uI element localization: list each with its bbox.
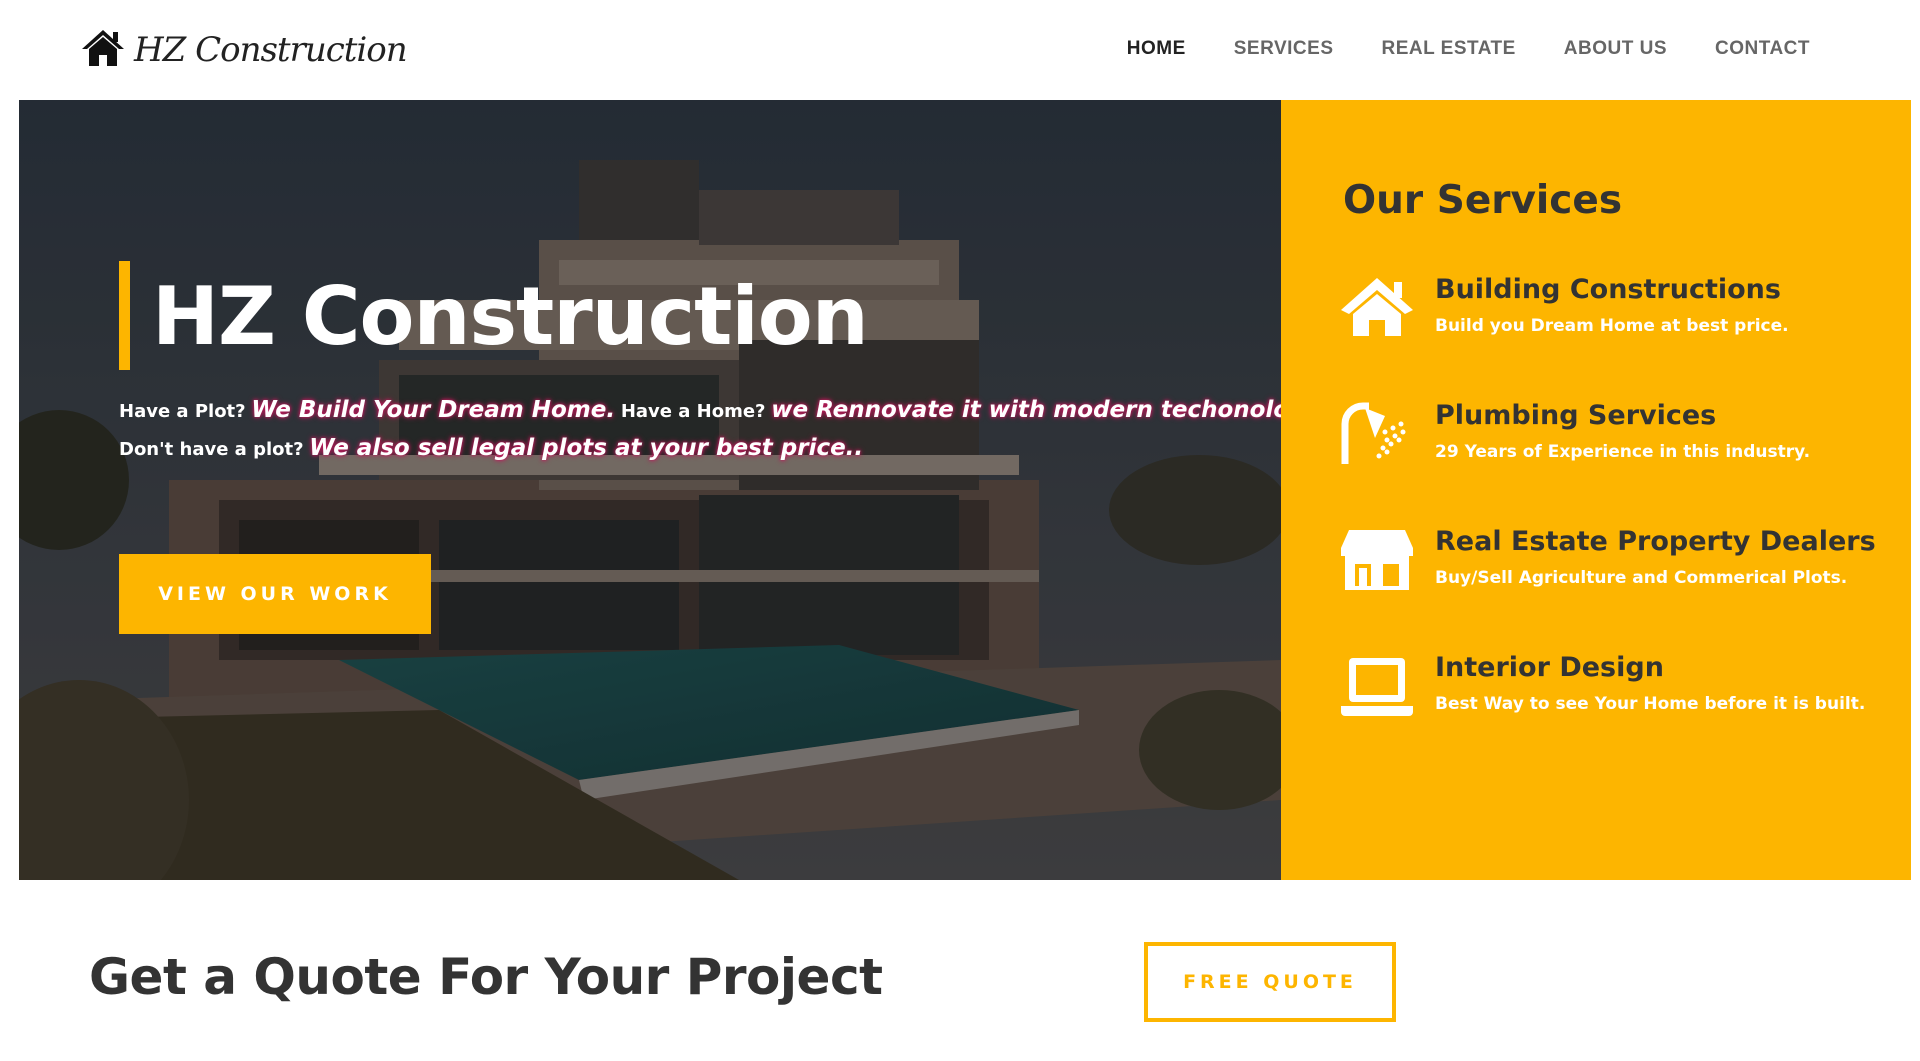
services-panel: Our Services Building Constructions Buil… — [1281, 100, 1911, 880]
site-header: HZ Construction HOME SERVICES REAL ESTAT… — [0, 0, 1920, 100]
service-item-building[interactable]: Building Constructions Build you Dream H… — [1339, 274, 1899, 364]
service-title: Interior Design — [1435, 652, 1664, 683]
nav-home[interactable]: HOME — [1127, 38, 1186, 60]
hero-section: HZ Construction Have a Plot? We Build Yo… — [19, 100, 1281, 880]
hero-question: Have a Home? — [620, 401, 766, 422]
site-logo[interactable]: HZ Construction — [80, 28, 408, 72]
hero-tagline-line-2: Don't have a plot? We also sell legal pl… — [119, 435, 863, 461]
shower-icon — [1339, 402, 1415, 466]
free-quote-button[interactable]: FREE QUOTE — [1144, 942, 1396, 1022]
hero-answer: We also sell legal plots at your best pr… — [309, 435, 864, 461]
hero-title-accent-bar — [119, 261, 130, 370]
service-title: Plumbing Services — [1435, 400, 1717, 431]
service-description: Build you Dream Home at best price. — [1435, 316, 1789, 336]
logo-text: HZ Construction — [134, 30, 408, 70]
service-title: Real Estate Property Dealers — [1435, 526, 1876, 557]
hero-answer: We Build Your Dream Home. — [251, 397, 616, 423]
main-nav: HOME SERVICES REAL ESTATE ABOUT US CONTA… — [1127, 38, 1810, 60]
nav-about-us[interactable]: ABOUT US — [1564, 38, 1667, 60]
service-description: Best Way to see Your Home before it is b… — [1435, 694, 1866, 714]
service-description: 29 Years of Experience in this industry. — [1435, 442, 1811, 462]
service-item-plumbing[interactable]: Plumbing Services 29 Years of Experience… — [1339, 400, 1899, 490]
hero-answer: we Rennovate it with modern techonology. — [771, 397, 1281, 423]
nav-services[interactable]: SERVICES — [1234, 38, 1334, 60]
service-title: Building Constructions — [1435, 274, 1781, 305]
house-icon — [1339, 276, 1415, 340]
storefront-icon — [1339, 528, 1415, 592]
service-item-interior-design[interactable]: Interior Design Best Way to see Your Hom… — [1339, 652, 1899, 742]
hero-title: HZ Construction — [152, 270, 869, 363]
service-description: Buy/Sell Agriculture and Commerical Plot… — [1435, 568, 1848, 588]
laptop-icon — [1339, 654, 1415, 718]
quote-heading: Get a Quote For Your Project — [89, 948, 883, 1006]
service-item-real-estate[interactable]: Real Estate Property Dealers Buy/Sell Ag… — [1339, 526, 1899, 616]
nav-real-estate[interactable]: REAL ESTATE — [1382, 38, 1516, 60]
hero-question: Don't have a plot? — [119, 439, 304, 460]
house-icon — [80, 28, 126, 72]
hero-tagline-line-1: Have a Plot? We Build Your Dream Home. H… — [119, 397, 1281, 423]
hero-background-image — [19, 100, 1281, 880]
view-our-work-button[interactable]: VIEW OUR WORK — [119, 554, 431, 634]
services-title: Our Services — [1343, 178, 1623, 223]
hero-question: Have a Plot? — [119, 401, 246, 422]
nav-contact[interactable]: CONTACT — [1715, 38, 1810, 60]
